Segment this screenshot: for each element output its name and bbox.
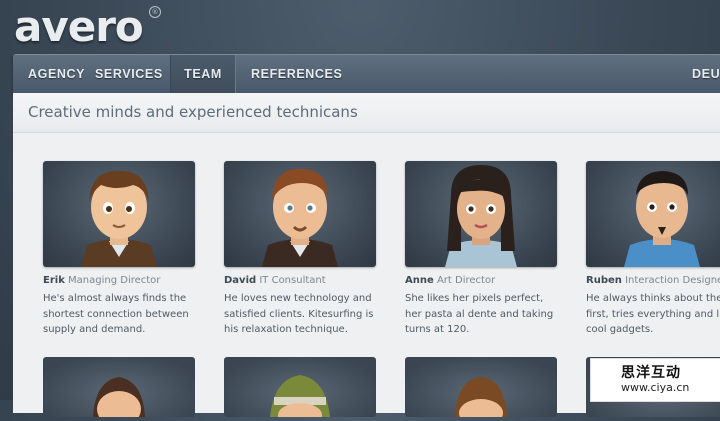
member-role: Interaction Designer <box>625 275 720 286</box>
avatar-anne <box>405 161 557 267</box>
member-name: David <box>224 275 257 286</box>
team-card-row2-2[interactable] <box>224 357 376 421</box>
team-card-erik[interactable]: Erik Managing Director He's almost alway… <box>43 161 195 338</box>
member-role: IT Consultant <box>259 275 326 286</box>
watermark: 思洋互动 www.ciya.cn <box>590 358 720 402</box>
nav-agency[interactable]: AGENCY <box>28 55 85 94</box>
avatar-ruben <box>586 161 720 267</box>
member-description: He always thinks about the u first, trie… <box>586 293 720 335</box>
avero-logo[interactable]: avero <box>14 2 144 51</box>
member-name: Ruben <box>586 275 622 286</box>
member-role: Managing Director <box>68 275 161 286</box>
member-description: She likes her pixels perfect, her pasta … <box>405 293 554 335</box>
nav-services[interactable]: SERVICES <box>95 55 163 94</box>
member-description: He's almost always finds the shortest co… <box>43 293 189 335</box>
nav-references[interactable]: REFERENCES <box>251 55 342 94</box>
nav-language[interactable]: DEUT <box>692 55 720 94</box>
team-card-row2-3[interactable] <box>405 357 557 421</box>
team-card-ruben[interactable]: Ruben Interaction Designer He always thi… <box>586 161 720 338</box>
team-card-row2-1[interactable] <box>43 357 195 421</box>
member-description: He loves new technology and satisfied cl… <box>224 293 374 335</box>
watermark-cn: 思洋互动 <box>621 365 681 381</box>
subtitle-bar: Creative minds and experienced technican… <box>13 93 720 133</box>
nav-team[interactable]: TEAM <box>170 55 236 94</box>
watermark-url: www.ciya.cn <box>621 381 690 394</box>
main-nav: AGENCY SERVICES TEAM REFERENCES DEUT <box>13 54 720 95</box>
member-name: Anne <box>405 275 434 286</box>
member-name: Erik <box>43 275 65 286</box>
team-card-anne[interactable]: Anne Art Director She likes her pixels p… <box>405 161 557 338</box>
avatar-david <box>224 161 376 267</box>
team-card-david[interactable]: David IT Consultant He loves new technol… <box>224 161 376 338</box>
registered-mark: ® <box>149 6 161 18</box>
avatar-erik <box>43 161 195 267</box>
member-role: Art Director <box>436 275 496 286</box>
page-subtitle: Creative minds and experienced technican… <box>28 103 358 121</box>
